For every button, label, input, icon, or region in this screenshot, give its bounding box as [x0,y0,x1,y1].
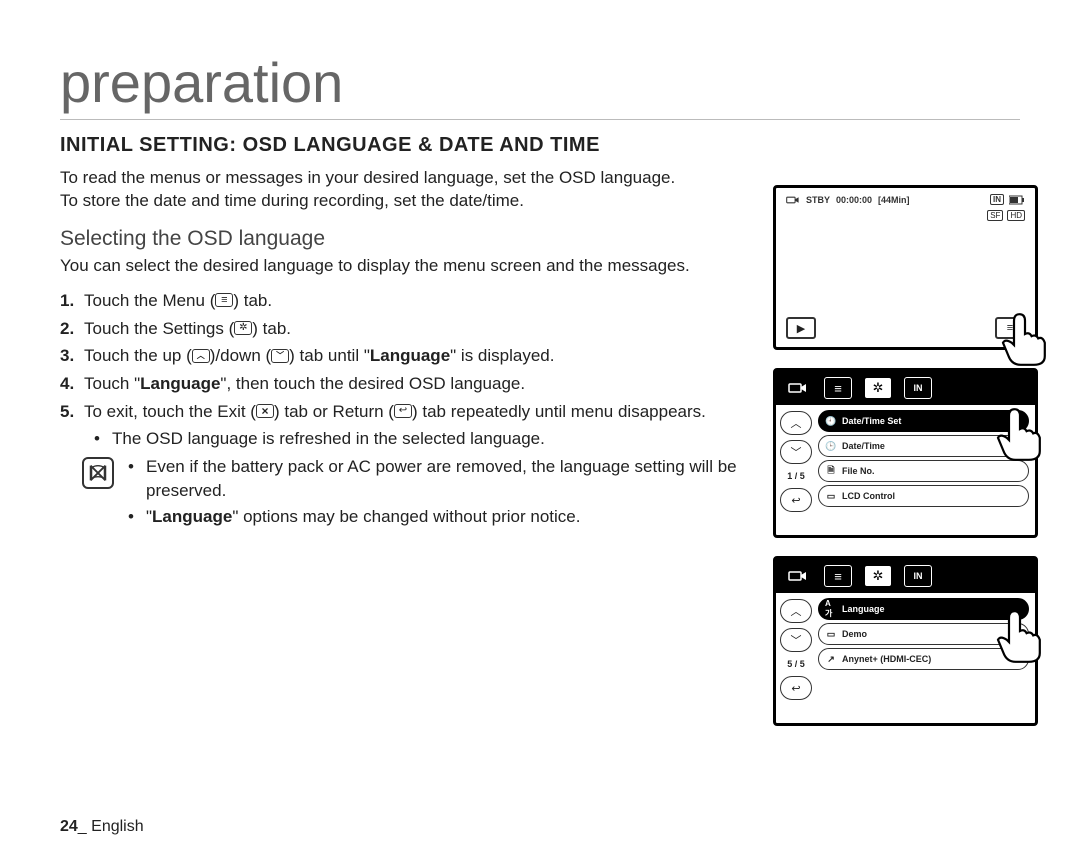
back-button[interactable]: ↩ [780,488,812,512]
storage-tab[interactable]: IN [904,377,932,399]
menu-item-datetime-set[interactable]: 🕘Date/Time Set [818,410,1029,432]
storage-tab[interactable]: IN [904,565,932,587]
menu-item-lcd-control[interactable]: ▭LCD Control [818,485,1029,507]
settings-tab[interactable]: ✲ [864,377,892,399]
step-5: To exit, touch the Exit () tab or Return… [60,400,760,451]
scroll-up[interactable]: ︿ [780,411,812,435]
quality-badge: SF [987,210,1003,221]
menu-tab[interactable]: ≡ [824,565,852,587]
note-2: "Language" options may be changed withou… [128,505,770,529]
page-footer: 24_ English [60,818,144,836]
back-button[interactable]: ↩ [780,676,812,700]
mode-icon [784,377,812,399]
scroll-down[interactable]: ﹀ [780,440,812,464]
step-5-bullet: The OSD language is refreshed in the sel… [112,427,760,451]
scroll-up[interactable]: ︿ [780,599,812,623]
note-1: Even if the battery pack or AC power are… [128,455,770,503]
lcd-settings-page1: ≡ ✲ IN ︿ ﹀ 1 / 5 ↩ 🕘Date/Time Set 🕒Date/… [773,368,1038,538]
chapter-title: preparation [60,50,1020,115]
menu-button[interactable]: ≡ [995,317,1025,339]
menu-item-anynet[interactable]: ↗Anynet+ (HDMI-CEC) [818,648,1029,670]
step-2: Touch the Settings () tab. [60,317,760,342]
intro-text: To read the menus or messages in your de… [60,167,760,213]
scroll-down[interactable]: ﹀ [780,628,812,652]
menu-item-file-no[interactable]: 🗎File No. [818,460,1029,482]
page-indicator: 5 / 5 [780,659,812,669]
menu-item-language[interactable]: A가Language [818,598,1029,620]
up-icon [192,349,210,363]
battery-icon [1009,195,1025,205]
tab-bar: ≡ ✲ IN [776,559,1035,593]
down-icon [271,349,289,363]
sub-paragraph: You can select the desired language to d… [60,255,740,277]
settings-tab[interactable]: ✲ [864,565,892,587]
page-indicator: 1 / 5 [780,471,812,481]
lcd-settings-page5: ≡ ✲ IN ︿ ﹀ 5 / 5 ↩ A가Language ▭Demo ↗Any… [773,556,1038,726]
return-icon [394,404,412,418]
step-1: Touch the Menu () tab. [60,289,760,314]
note-icon [82,457,114,489]
settings-icon [234,321,252,335]
menu-item-datetime[interactable]: 🕒Date/Time [818,435,1029,457]
step-4: Touch "Language", then touch the desired… [60,372,760,397]
step-3: Touch the up ()/down () tab until "Langu… [60,344,760,369]
section-heading: INITIAL SETTING: OSD LANGUAGE & DATE AND… [60,134,1020,157]
lcd-stby: STBY 00:00:00 [44Min] IN SF HD ▶ ≡ [773,185,1038,350]
status-bar: STBY 00:00:00 [44Min] IN [786,194,1025,205]
exit-icon [256,404,274,418]
menu-icon [215,293,233,307]
play-button[interactable]: ▶ [786,317,816,339]
menu-item-demo[interactable]: ▭Demo [818,623,1029,645]
note-box: Even if the battery pack or AC power are… [60,455,770,530]
camcorder-icon [786,195,800,205]
menu-tab[interactable]: ≡ [824,377,852,399]
hd-badge: HD [1007,210,1025,221]
divider [60,119,1020,120]
mode-icon [784,565,812,587]
instruction-list: Touch the Menu () tab. Touch the Setting… [60,289,760,451]
tab-bar: ≡ ✲ IN [776,371,1035,405]
storage-badge: IN [990,194,1004,205]
